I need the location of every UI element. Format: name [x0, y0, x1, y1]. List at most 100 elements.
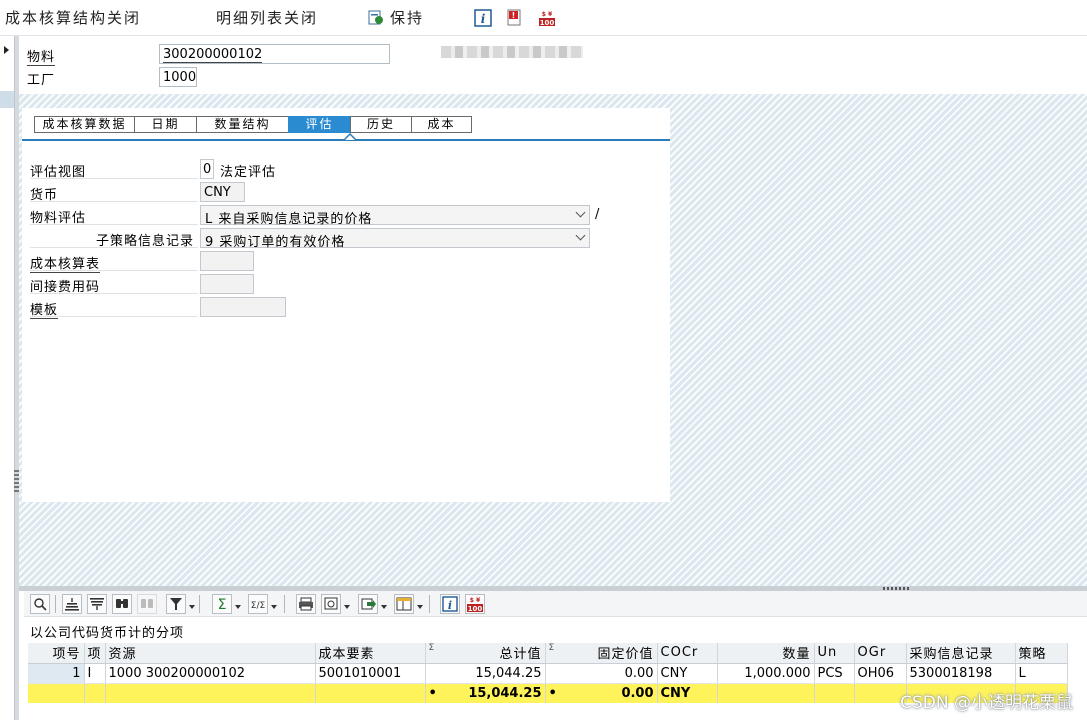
- material-valuation-dropdown[interactable]: L 来自采购信息记录的价格: [200, 205, 590, 227]
- grid-info-icon[interactable]: i: [440, 594, 460, 614]
- material-valuation-value: L 来自采购信息记录的价格: [205, 212, 373, 227]
- print-icon[interactable]: [296, 594, 316, 614]
- material-valuation-label: 物料评估: [30, 205, 198, 226]
- subtotal-icon[interactable]: Σ/Σ: [248, 594, 268, 614]
- col-total-label: 总计值: [499, 647, 542, 663]
- tab-costing-data[interactable]: 成本核算数据: [34, 116, 134, 133]
- sum-icon[interactable]: Σ: [212, 594, 232, 614]
- plant-field[interactable]: 1000: [159, 67, 197, 87]
- tab-dates[interactable]: 日期: [134, 116, 196, 133]
- filter-icon[interactable]: [166, 594, 186, 614]
- costing-sheet-label[interactable]: 成本核算表: [30, 251, 198, 273]
- svg-text:Σ: Σ: [218, 597, 227, 613]
- col-ogr[interactable]: OGr: [854, 643, 907, 664]
- close-itemization-button[interactable]: 明细列表关闭: [216, 7, 318, 28]
- splitter-grip-icon[interactable]: [883, 587, 911, 590]
- costing-sheet-label-text: 成本核算表: [30, 257, 101, 273]
- chevron-down-icon[interactable]: [235, 605, 241, 609]
- chevron-down-icon[interactable]: [417, 605, 423, 609]
- chevron-down-icon: [575, 230, 586, 241]
- sort-descending-icon[interactable]: [87, 594, 107, 614]
- svg-text:100: 100: [540, 19, 555, 27]
- col-qty[interactable]: 数量: [717, 643, 815, 664]
- toolbar-separator: [55, 595, 56, 613]
- details-icon[interactable]: [30, 594, 50, 614]
- col-resource[interactable]: 资源: [105, 643, 316, 664]
- sub-strategy-value: 9 采购订单的有效价格: [205, 235, 346, 250]
- overhead-key-label: 间接费用码: [30, 274, 198, 295]
- table-row[interactable]: 1 I 1000 300200000102 5001010001 15,044.…: [28, 663, 1068, 684]
- col-cat[interactable]: 项: [84, 643, 106, 664]
- col-fixed-label: 固定价值: [597, 647, 654, 663]
- col-total[interactable]: Σ 总计值: [425, 643, 546, 664]
- cell-cocr: CNY: [657, 663, 718, 684]
- plant-label: 工厂: [27, 73, 56, 88]
- valuation-view-label: 评估视图: [30, 159, 198, 180]
- cell-cost-element: 5001010001: [315, 663, 426, 684]
- chevron-down-icon: [575, 207, 586, 218]
- find-next-icon[interactable]: [137, 594, 157, 614]
- close-cost-structure-button[interactable]: 成本核算结构关闭: [5, 7, 141, 28]
- sort-ascending-icon[interactable]: [62, 594, 82, 614]
- tab-valuation[interactable]: 评估: [288, 116, 350, 133]
- expand-arrow-icon[interactable]: [4, 46, 9, 54]
- main-area: 物料 300200000102 工厂 1000 成本核算数据 日期 数量结构 评…: [19, 36, 1087, 586]
- chevron-down-icon[interactable]: [189, 605, 195, 609]
- material-label[interactable]: 物料: [27, 46, 56, 66]
- sub-strategy-label: 子策略信息记录: [30, 228, 198, 249]
- total-cell-empty: [854, 683, 907, 703]
- currency-field: CNY: [200, 182, 245, 202]
- info-icon[interactable]: i: [474, 9, 492, 27]
- col-cocr[interactable]: COCr: [657, 643, 718, 664]
- sub-strategy-dropdown[interactable]: 9 采购订单的有效价格: [200, 228, 590, 250]
- toolbar-separator: [284, 595, 285, 613]
- view-icon[interactable]: [321, 594, 341, 614]
- currency-label: 货币: [30, 182, 198, 203]
- save-icon[interactable]: [368, 9, 386, 27]
- currency-icon[interactable]: $ ¥100: [538, 9, 556, 27]
- col-strategy[interactable]: 策略: [1015, 643, 1068, 664]
- blurred-material-description: [441, 46, 583, 58]
- chevron-down-icon[interactable]: [271, 605, 277, 609]
- cell-resource: 1000 300200000102: [105, 663, 316, 684]
- chevron-down-icon[interactable]: [344, 605, 350, 609]
- total-sum: • 15,044.25: [425, 683, 546, 703]
- svg-text:i: i: [448, 599, 452, 612]
- overhead-key-field: [200, 274, 254, 294]
- material-field[interactable]: 300200000102: [159, 44, 390, 64]
- total-cell-empty: [28, 683, 85, 703]
- find-icon[interactable]: [112, 594, 132, 614]
- template-field: [200, 297, 286, 317]
- col-item-no[interactable]: 项号: [28, 643, 85, 664]
- total-cell-empty: [105, 683, 316, 703]
- cell-item-no: 1: [28, 663, 85, 684]
- grid-currency-icon[interactable]: $ ¥100: [465, 594, 485, 614]
- svg-text:i: i: [481, 12, 486, 26]
- valuation-view-text: 法定评估: [220, 165, 277, 180]
- col-fixed[interactable]: Σ 固定价值: [545, 643, 658, 664]
- tab-costs[interactable]: 成本: [411, 116, 472, 133]
- header-panel: 物料 300200000102 工厂 1000: [19, 36, 1087, 94]
- layout-icon[interactable]: [394, 594, 414, 614]
- grid-title: 以公司代码货币计的分项: [30, 626, 185, 641]
- toolbar-separator: [429, 595, 430, 613]
- table-header-row: 项号 项 资源 成本要素 Σ 总计值 Σ 固定价值 COCr 数量 Un OGr 采…: [28, 643, 1068, 664]
- total-fixed-value: 0.00: [621, 685, 654, 701]
- col-cost-element[interactable]: 成本要素: [315, 643, 426, 664]
- template-label[interactable]: 模板: [30, 297, 198, 319]
- tab-qty-structure[interactable]: 数量结构: [196, 116, 288, 133]
- valuation-tab-area: 成本核算数据 日期 数量结构 评估 历史 成本 评估视图 0 法定评估 货币 C…: [22, 108, 670, 502]
- total-cell-empty: [814, 683, 855, 703]
- col-un[interactable]: Un: [814, 643, 855, 664]
- svg-text:Σ/Σ: Σ/Σ: [251, 601, 266, 611]
- chevron-down-icon[interactable]: [381, 605, 387, 609]
- tab-history[interactable]: 历史: [350, 116, 411, 133]
- svg-text:$ ¥: $ ¥: [542, 11, 553, 18]
- col-info-record[interactable]: 采购信息记录: [906, 643, 1016, 664]
- save-button[interactable]: 保持: [390, 7, 424, 28]
- export-icon[interactable]: [358, 594, 378, 614]
- cell-ogr: OH06: [854, 663, 907, 684]
- alert-icon[interactable]: !: [506, 9, 524, 27]
- sum-marker-icon: Σ: [428, 643, 436, 654]
- valuation-view-code[interactable]: 0: [200, 159, 214, 179]
